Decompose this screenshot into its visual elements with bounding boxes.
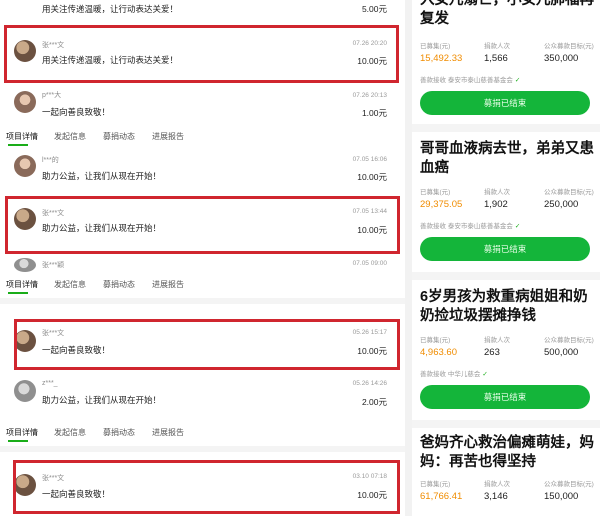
tab-initiator-info[interactable]: 发起信息: [54, 427, 86, 438]
tab-donation-updates[interactable]: 募捐动态: [103, 131, 135, 142]
donation-time: 07.05 16:06: [352, 156, 387, 163]
receiving-org: 善款接收 中华儿慈会 ✓: [420, 371, 488, 378]
stat-donors: 捐款人次 3,146: [484, 481, 510, 502]
stat-target: 公众募款目标(元) 350,000: [544, 43, 594, 64]
card-title[interactable]: 6岁男孩为救重病姐姐和奶奶捡垃圾摆摊挣钱: [420, 288, 596, 326]
tab-initiator-info[interactable]: 发起信息: [54, 131, 86, 142]
fundraising-ended-button[interactable]: 募捐已结束: [420, 237, 590, 261]
receiving-org: 善款接收 泰安市泰山慈善基金会 ✓: [420, 77, 521, 84]
tab-progress-report[interactable]: 进展报告: [152, 279, 184, 290]
donation-record: l***的 07.05 16:06 助力公益，让我们从现在开始！ 10.00元: [0, 150, 405, 190]
tab-bar: 项目详情 发起信息 募捐动态 进展报告: [0, 424, 405, 442]
donor-name: p***大: [42, 92, 62, 99]
card-divider: [412, 272, 600, 280]
stat-target: 公众募款目标(元) 150,000: [544, 481, 594, 502]
tab-project-detail[interactable]: 项目详情: [6, 427, 38, 438]
record-message: 一起向善良致敬！: [42, 107, 111, 117]
active-tab-indicator: [8, 144, 28, 146]
card-divider: [412, 124, 600, 132]
donation-record: z***_ 05.26 14:26 助力公益，让我们从现在开始！ 2.00元: [0, 374, 405, 418]
donation-time: 05.26 14:26: [352, 380, 387, 387]
stat-raised: 已募集(元) 4,963.60: [420, 337, 457, 358]
highlight-box: [13, 460, 400, 514]
active-tab-indicator: [8, 440, 28, 442]
stat-raised: 已募集(元) 15,492.33: [420, 43, 463, 64]
record-amount: 2.00元: [361, 397, 387, 407]
avatar: [14, 380, 36, 402]
active-tab-indicator: [8, 292, 28, 294]
tab-initiator-info[interactable]: 发起信息: [54, 279, 86, 290]
tab-progress-report[interactable]: 进展报告: [152, 427, 184, 438]
screenshot-collage: 用关注传递温暖，让行动表达关爱！ 5.00元 张***文 07.26 20:20…: [0, 0, 600, 516]
fundraising-card: 哥哥血液病去世，弟弟又患血癌 已募集(元) 29,375.05 捐款人次 1,902…: [412, 132, 600, 270]
highlight-box: [5, 196, 400, 254]
avatar: [14, 91, 36, 113]
stat-target: 公众募款目标(元) 500,000: [544, 337, 594, 358]
tab-donation-updates[interactable]: 募捐动态: [103, 279, 135, 290]
card-divider: [412, 420, 600, 428]
record-message: 助力公益，让我们从现在开始！: [42, 395, 162, 405]
tab-bar: 项目详情 发起信息 募捐动态 进展报告: [0, 276, 405, 294]
column-gap: [405, 0, 412, 516]
stat-donors: 捐款人次 1,902: [484, 189, 510, 210]
verified-check-icon: ✓: [514, 77, 521, 84]
card-title[interactable]: 哥哥血液病去世，弟弟又患血癌: [420, 140, 596, 178]
tab-bar: 项目详情 发起信息 募捐动态 进展报告: [0, 128, 405, 146]
record-amount: 5.00元: [361, 4, 387, 14]
receiving-org: 善款接收 泰安市泰山慈善基金会 ✓: [420, 223, 521, 230]
donation-time: 07.05 09:00: [352, 260, 387, 267]
donor-name: l***的: [42, 157, 59, 164]
section-divider: [0, 446, 405, 452]
highlight-box: [4, 25, 399, 83]
verified-check-icon: ✓: [514, 223, 521, 230]
fundraising-card: 爸妈齐心救治偏瘫萌娃，妈妈：再苦也得坚持 已募集(元) 61,766.41 捐款人…: [412, 428, 600, 516]
stat-donors: 捐款人次 1,566: [484, 43, 510, 64]
tab-project-detail[interactable]: 项目详情: [6, 279, 38, 290]
fundraising-ended-button[interactable]: 募捐已结束: [420, 385, 590, 409]
fundraising-cards-column: 入女儿溺亡，小女儿肺福再复发 已募集(元) 15,492.33 捐款人次 1,566…: [412, 0, 600, 516]
card-title[interactable]: 入女儿溺亡，小女儿肺福再复发: [420, 0, 596, 29]
donation-time: 07.26 20:13: [352, 92, 387, 99]
highlight-box: [14, 319, 400, 370]
record-message: 用关注传递温暖，让行动表达关爱！: [42, 4, 179, 14]
card-title[interactable]: 爸妈齐心救治偏瘫萌娃，妈妈：再苦也得坚持: [420, 434, 596, 472]
section-divider: [0, 298, 405, 304]
donation-record: 用关注传递温暖，让行动表达关爱！ 5.00元: [0, 0, 405, 14]
verified-check-icon: ✓: [482, 371, 488, 378]
donation-record: p***大 07.26 20:13 一起向善良致敬！ 1.00元: [0, 86, 405, 124]
record-amount: 10.00元: [357, 172, 387, 182]
donor-name: 张***颖: [42, 262, 65, 269]
tab-project-detail[interactable]: 项目详情: [6, 131, 38, 142]
avatar: [14, 258, 36, 272]
donor-name: z***_: [42, 380, 58, 387]
stat-donors: 捐款人次 263: [484, 337, 510, 358]
stat-target: 公众募款目标(元) 250,000: [544, 189, 594, 210]
stat-raised: 已募集(元) 61,766.41: [420, 481, 463, 502]
tab-donation-updates[interactable]: 募捐动态: [103, 427, 135, 438]
avatar: [14, 155, 36, 177]
fundraising-ended-button[interactable]: 募捐已结束: [420, 91, 590, 115]
fundraising-card: 6岁男孩为救重病姐姐和奶奶捡垃圾摆摊挣钱 已募集(元) 4,963.60 捐款人次…: [412, 280, 600, 418]
fundraising-card: 入女儿溺亡，小女儿肺福再复发 已募集(元) 15,492.33 捐款人次 1,566…: [412, 0, 600, 124]
record-amount: 1.00元: [361, 108, 387, 118]
record-message: 助力公益，让我们从现在开始！: [42, 171, 162, 181]
stat-raised: 已募集(元) 29,375.05: [420, 189, 463, 210]
donation-records-column: 用关注传递温暖，让行动表达关爱！ 5.00元 张***文 07.26 20:20…: [0, 0, 405, 516]
tab-progress-report[interactable]: 进展报告: [152, 131, 184, 142]
donation-record: 张***颖 07.05 09:00: [0, 256, 405, 276]
